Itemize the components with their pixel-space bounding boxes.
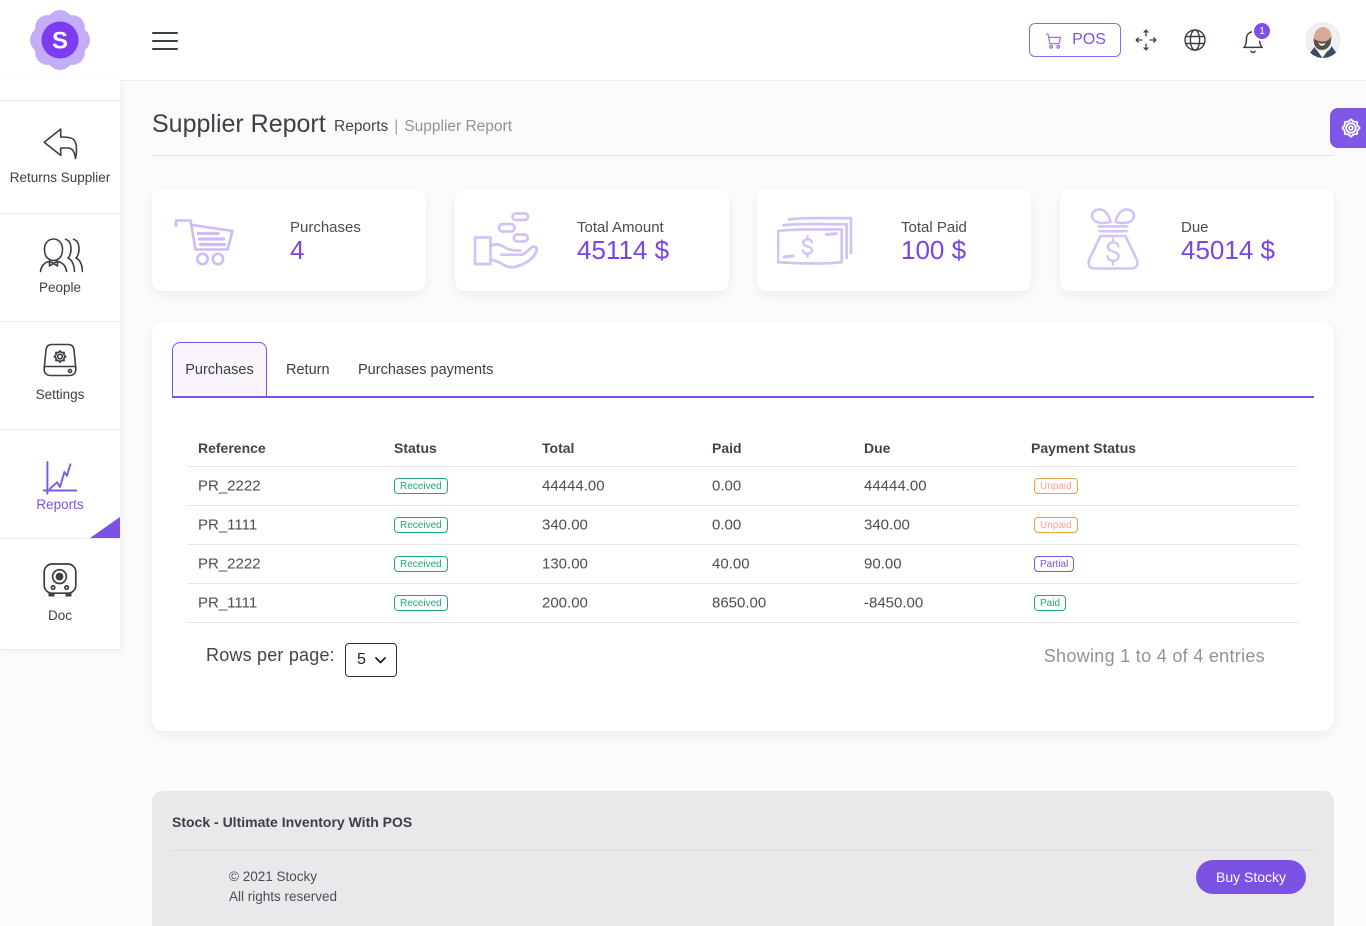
svg-text:S: S — [52, 28, 68, 55]
